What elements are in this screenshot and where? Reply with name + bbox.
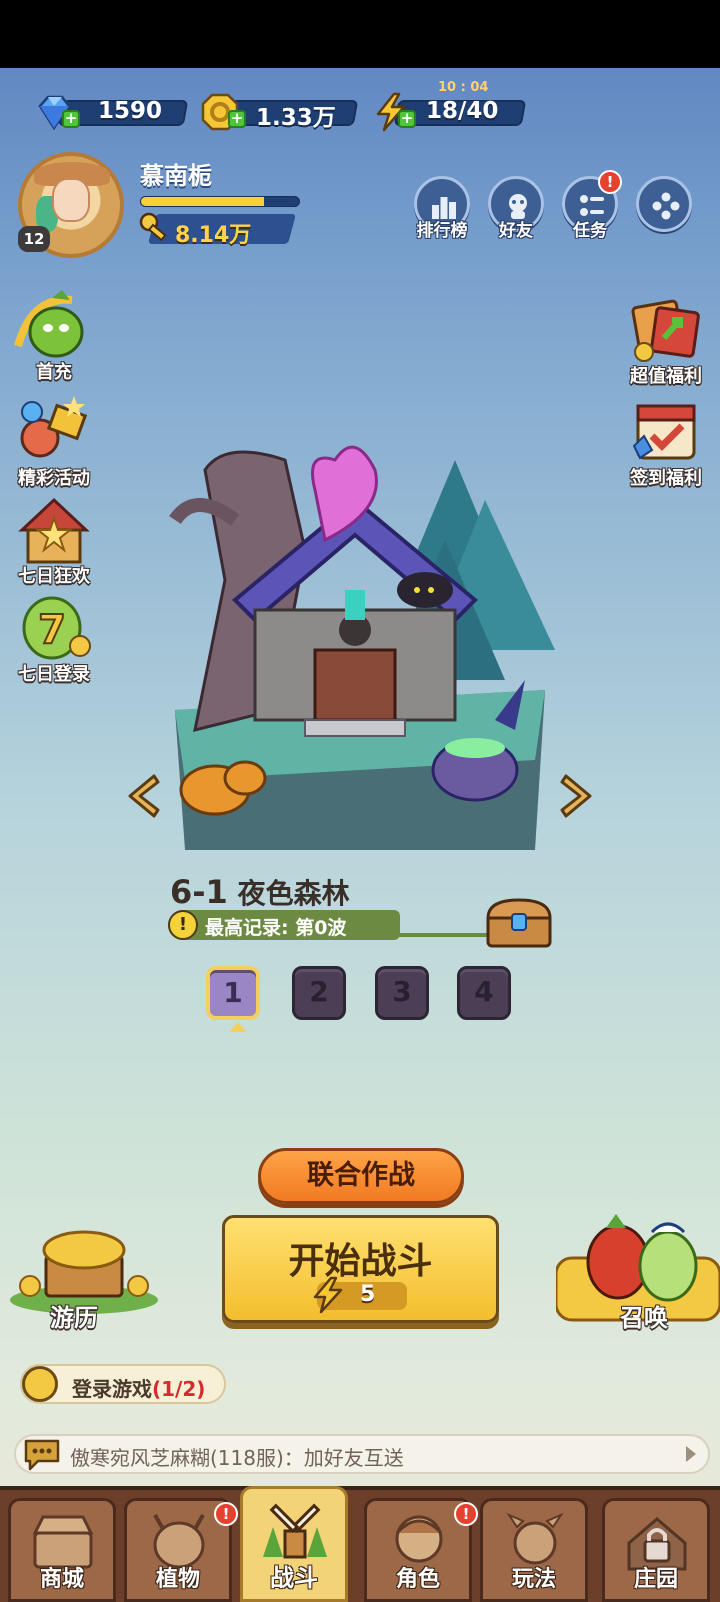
xp-bar <box>140 196 300 207</box>
energy-value: 18/40 <box>426 98 499 124</box>
travel-label: 游历 <box>50 1304 98 1332</box>
prev-stage-arrow-icon[interactable] <box>124 772 160 820</box>
seven-day-login-button[interactable]: 7 七日登录 <box>4 588 104 685</box>
value-bonus-icon <box>631 299 700 362</box>
friends-label: 好友 <box>499 221 533 241</box>
chat-message: 傲寒宛风芝麻糊(118服)：加好友互送 <box>70 1446 404 1470</box>
wave-button-4[interactable]: 4 <box>457 966 511 1020</box>
events-label: 精彩活动 <box>18 468 90 489</box>
events-icon <box>20 396 88 458</box>
leaderboard-label: 排行榜 <box>416 221 468 241</box>
svg-text:7: 7 <box>38 607 66 653</box>
start-battle-cost: 5 <box>360 1282 376 1307</box>
coop-battle-button[interactable]: 联合作战 <box>258 1148 464 1204</box>
battle-icon <box>263 1503 327 1559</box>
events-button[interactable]: 精彩活动 <box>4 392 104 489</box>
wave-button-1[interactable]: 1 <box>206 966 260 1020</box>
gold-counter[interactable]: + 1.33万 <box>200 92 360 131</box>
quest-name: 登录游戏 <box>72 1377 152 1401</box>
nav-gameplay-label: 玩法 <box>511 1567 556 1592</box>
seven-day-login-icon: 7 <box>22 596 91 660</box>
gems-counter[interactable]: + 1590 <box>34 92 190 131</box>
seven-day-carnival-label: 七日狂欢 <box>18 566 90 587</box>
nav-manor-label: 庄园 <box>633 1567 678 1592</box>
quest-progress: (1/2) <box>152 1377 206 1401</box>
start-battle-button[interactable]: 开始战斗 5 <box>222 1215 499 1323</box>
checkin-bonus-label: 签到福利 <box>630 468 702 489</box>
gold-value: 1.33万 <box>256 105 336 131</box>
wave-selected-indicator <box>229 1022 247 1032</box>
lightning-icon <box>313 1276 343 1314</box>
seven-day-carnival-icon <box>18 497 90 564</box>
gems-value: 1590 <box>98 98 163 124</box>
nav-character-label: 角色 <box>395 1567 440 1592</box>
first-recharge-button[interactable]: 首充 <box>4 286 104 383</box>
add-gold-icon[interactable]: + <box>228 110 246 128</box>
best-record-text: 最高记录: 第0波 <box>205 917 347 939</box>
status-bar <box>0 0 720 68</box>
summon-label: 召唤 <box>620 1304 668 1332</box>
quest-icon <box>22 1366 58 1402</box>
nav-battle-label: 战斗 <box>270 1564 318 1592</box>
stage-title: 6-1 夜色森林 <box>170 872 350 912</box>
seven-day-login-label: 七日登录 <box>18 664 90 685</box>
gamepad-icon <box>652 192 680 220</box>
value-bonus-button[interactable]: 超值福利 <box>616 290 716 387</box>
character-alert-badge: ! <box>454 1502 478 1526</box>
start-battle-label: 开始战斗 <box>288 1241 433 1282</box>
plants-alert-badge: ! <box>214 1502 238 1526</box>
player-level-badge: 12 <box>18 226 50 252</box>
next-stage-arrow-icon[interactable] <box>560 772 596 820</box>
nav-plants-label: 植物 <box>155 1567 200 1592</box>
gamepad-button[interactable] <box>636 176 692 232</box>
first-recharge-label: 首充 <box>36 362 72 383</box>
value-bonus-label: 超值福利 <box>630 366 702 387</box>
player-name: 慕南栀 <box>140 162 212 190</box>
add-gems-icon[interactable]: + <box>62 110 80 128</box>
nav-shop[interactable]: 商城 <box>8 1498 116 1602</box>
tasks-alert-badge: ! <box>598 170 622 194</box>
stage-name: 夜色森林 <box>237 877 350 910</box>
add-energy-icon[interactable]: + <box>398 110 416 128</box>
quest-text: 登录游戏(1/2) <box>72 1373 205 1402</box>
wave-button-3[interactable]: 3 <box>375 966 429 1020</box>
checkin-bonus-icon <box>632 404 696 460</box>
checkin-bonus-button[interactable]: 签到福利 <box>616 392 716 489</box>
combat-power: 8.14万 <box>175 223 252 248</box>
nav-battle[interactable]: 战斗 <box>240 1486 348 1602</box>
chat-expand-icon[interactable] <box>686 1446 696 1462</box>
nav-shop-label: 商城 <box>39 1567 84 1592</box>
chat-bubble-icon <box>24 1439 60 1471</box>
seven-day-carnival-button[interactable]: 七日狂欢 <box>4 490 104 587</box>
nav-gameplay[interactable]: 玩法 <box>480 1498 588 1602</box>
info-icon[interactable]: ! <box>168 910 198 940</box>
treasure-chest-icon[interactable] <box>484 896 554 948</box>
tasks-label: 任务 <box>573 221 607 241</box>
first-recharge-icon <box>14 290 84 358</box>
energy-counter[interactable]: + 18/40 <box>372 92 528 132</box>
wave-button-2[interactable]: 2 <box>292 966 346 1020</box>
stage-number: 6-1 <box>170 873 228 911</box>
nav-manor[interactable]: 庄园 <box>602 1498 710 1602</box>
stage-map-illustration[interactable] <box>155 430 575 870</box>
power-key-icon <box>139 212 167 242</box>
